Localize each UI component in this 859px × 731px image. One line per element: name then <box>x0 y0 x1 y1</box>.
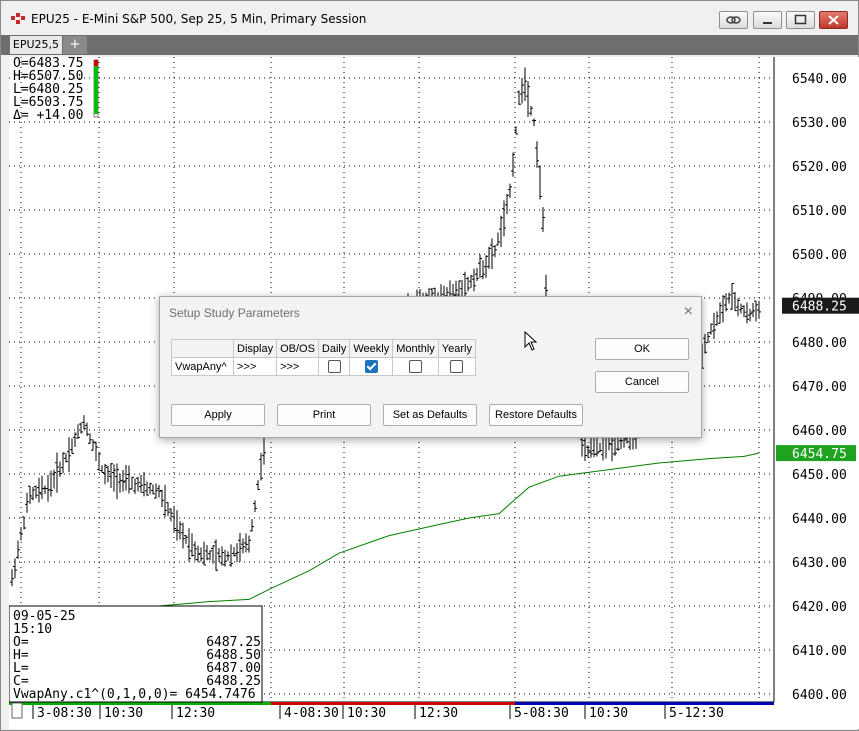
yearly-cell <box>437 357 476 376</box>
restore-defaults-button[interactable]: Restore Defaults <box>489 404 583 426</box>
study-parameter-grid: Display OB/OS Daily Weekly Monthly Yearl… <box>171 339 476 376</box>
price-tick-label: 6500.00 <box>792 248 847 263</box>
weekly-cell <box>349 357 394 376</box>
chart-tab-bar: EPU25,5 + <box>1 35 858 55</box>
close-button[interactable] <box>819 11 848 29</box>
link-window-button[interactable] <box>719 11 748 29</box>
time-tick-label: 5-12:30 <box>669 706 724 721</box>
col-obos: OB/OS <box>276 339 319 358</box>
minimize-button[interactable] <box>753 11 782 29</box>
price-tick-label: 6520.00 <box>792 160 847 175</box>
session-color-bar <box>271 702 515 705</box>
time-tick-label: 12:30 <box>419 706 458 721</box>
obos-cell[interactable]: >>> <box>276 357 319 376</box>
dialog-title: Setup Study Parameters <box>169 306 300 320</box>
window-title: EPU25 - E-Mini S&P 500, Sep 25, 5 Min, P… <box>31 12 367 26</box>
tab-epu25[interactable]: EPU25,5 <box>10 36 62 54</box>
col-weekly: Weekly <box>349 339 394 358</box>
ok-button[interactable]: OK <box>595 338 689 360</box>
study-value-line: VwapAny.c1^(0,1,0,0)= 6454.7476 <box>13 687 256 702</box>
range-gauge-high <box>94 60 98 66</box>
add-tab-button[interactable]: + <box>63 36 87 54</box>
ohlc-line: Δ= +14.00 <box>13 108 83 123</box>
study-name: VwapAny^ <box>171 357 234 376</box>
time-tick-label: 10:30 <box>347 706 386 721</box>
yearly-checkbox[interactable] <box>450 360 464 373</box>
price-tick-label: 6410.00 <box>792 644 847 659</box>
col-monthly: Monthly <box>392 339 439 358</box>
price-tick-label: 6480.00 <box>792 336 847 351</box>
cancel-button[interactable]: Cancel <box>595 371 689 393</box>
app-logo-icon <box>11 13 25 24</box>
link-icon <box>726 16 741 24</box>
weekly-checkbox[interactable] <box>364 360 378 373</box>
time-tick-label: 12:30 <box>176 706 215 721</box>
daily-cell <box>317 357 351 376</box>
print-button[interactable]: Print <box>277 404 371 426</box>
col-daily: Daily <box>317 339 351 358</box>
time-tick-label: 10:30 <box>104 706 143 721</box>
price-tick-label: 6440.00 <box>792 512 847 527</box>
col-yearly: Yearly <box>437 339 476 358</box>
monthly-checkbox[interactable] <box>409 360 423 373</box>
dialog-close-icon[interactable]: × <box>684 303 693 321</box>
vwap-price-label: 6454.75 <box>792 447 847 462</box>
price-tick-label: 6540.00 <box>792 72 847 87</box>
last-price-label: 6488.25 <box>792 300 847 315</box>
mouse-cursor-icon <box>524 331 538 351</box>
col-display: Display <box>232 339 278 358</box>
time-tick-label: 4-08:30 <box>284 706 339 721</box>
time-tick-label: 10:30 <box>589 706 628 721</box>
apply-button[interactable]: Apply <box>171 404 265 426</box>
data-window: 09-05-2515:10O= 6487.25H= 6488.50L= 6487.00… <box>9 605 263 703</box>
set-as-defaults-button[interactable]: Set as Defaults <box>383 404 477 426</box>
price-tick-label: 6450.00 <box>792 468 847 483</box>
session-color-bar <box>515 702 774 705</box>
price-tick-label: 6430.00 <box>792 556 847 571</box>
price-tick-label: 6460.00 <box>792 424 847 439</box>
price-tick-label: 6420.00 <box>792 600 847 615</box>
minimize-icon <box>763 22 772 24</box>
display-cell[interactable]: >>> <box>232 357 278 376</box>
time-tick-label: 3-08:30 <box>37 706 92 721</box>
price-tick-label: 6510.00 <box>792 204 847 219</box>
range-gauge-fill <box>94 66 98 114</box>
grid-corner <box>171 339 234 358</box>
setup-study-dialog[interactable]: Setup Study Parameters × Display OB/OS D… <box>159 296 702 438</box>
maximize-icon <box>794 14 807 25</box>
application-window: EPU25 - E-Mini S&P 500, Sep 25, 5 Min, P… <box>0 0 859 731</box>
scroll-handle <box>11 702 23 719</box>
monthly-cell <box>392 357 439 376</box>
maximize-button[interactable] <box>786 11 815 29</box>
price-tick-label: 6470.00 <box>792 380 847 395</box>
daily-checkbox[interactable] <box>327 360 341 373</box>
title-bar[interactable]: EPU25 - E-Mini S&P 500, Sep 25, 5 Min, P… <box>1 1 858 35</box>
price-tick-label: 6530.00 <box>792 116 847 131</box>
time-tick-label: 5-08:30 <box>514 706 569 721</box>
price-tick-label: 6400.00 <box>792 688 847 703</box>
close-icon <box>828 15 839 25</box>
